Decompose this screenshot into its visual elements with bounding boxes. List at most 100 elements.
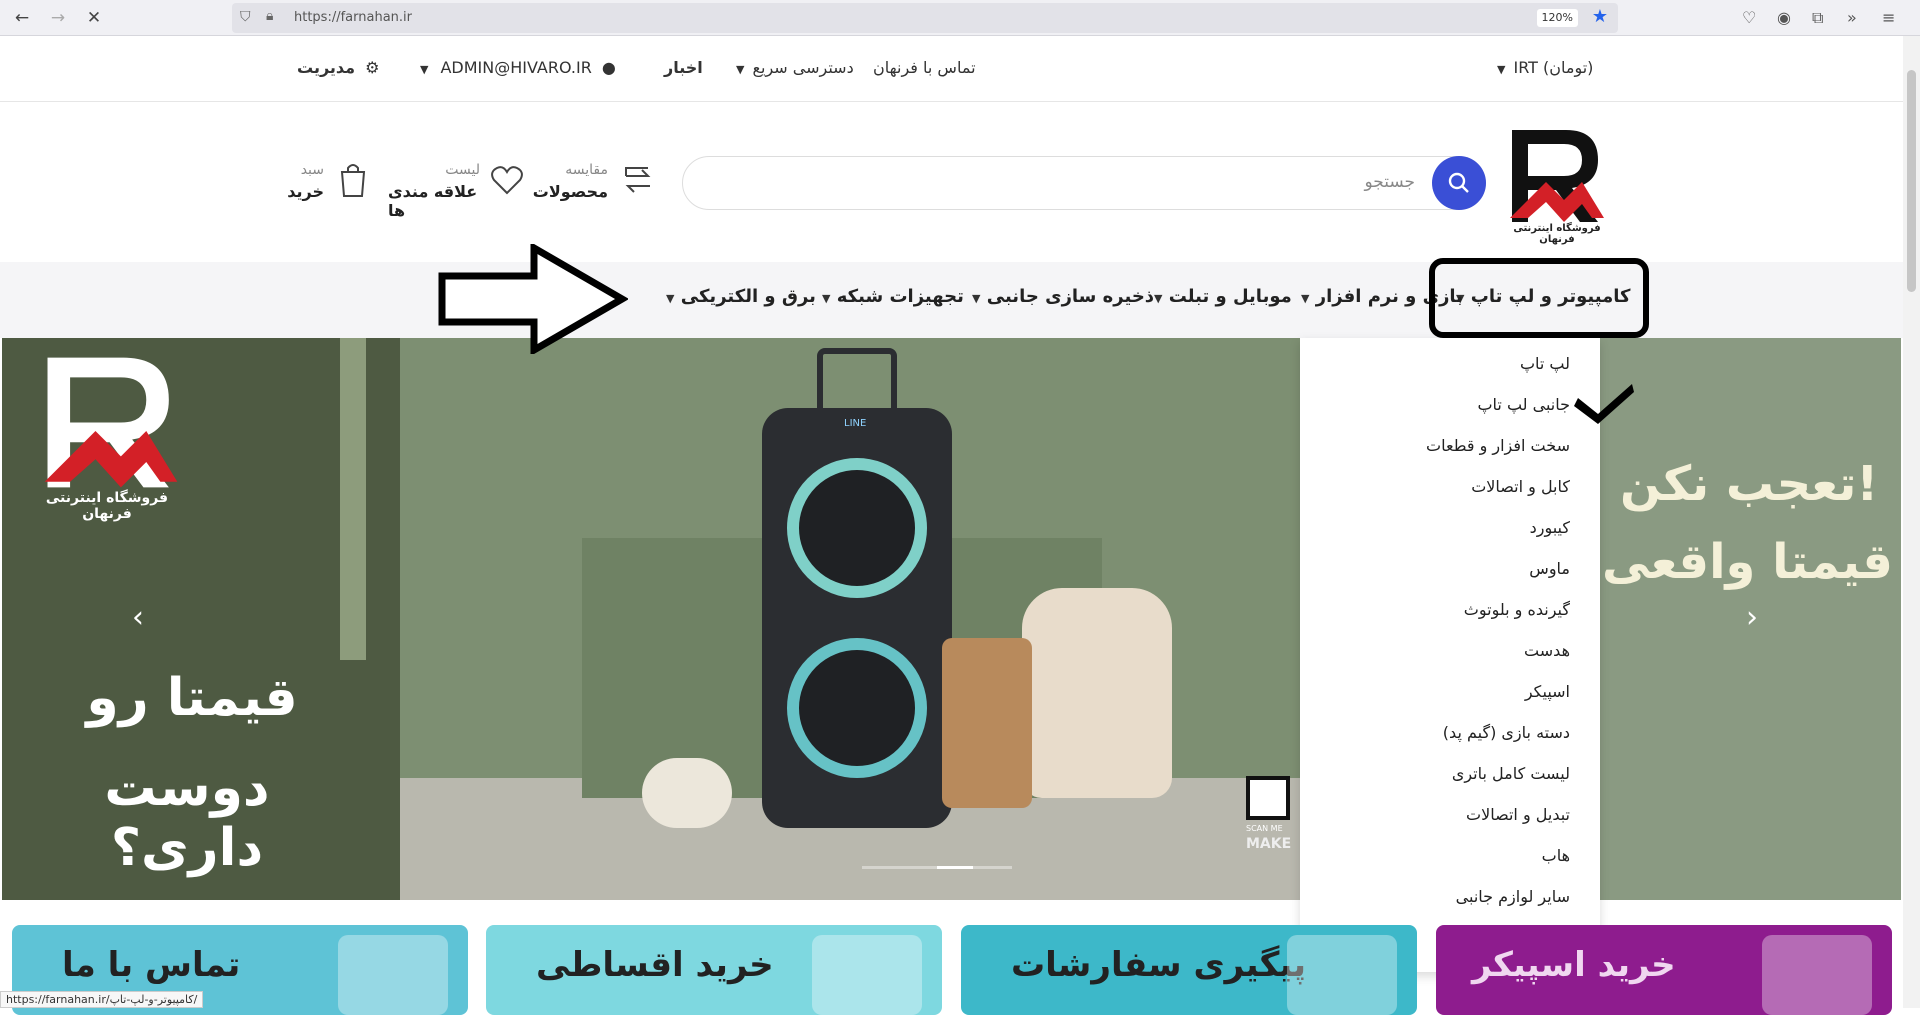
chevron-down-icon: ▼ [736,63,745,76]
dropdown-item[interactable]: کیبورد [1300,518,1570,537]
checkmark-icon [1574,384,1634,424]
chevron-down-icon: ▼ [420,63,429,76]
promo-card-illustration [1762,935,1872,1015]
heart-icon [491,166,523,195]
site-logo[interactable]: فروشگاه اینترنتی فرنهان [1506,126,1608,245]
menu-item-label: ذخیره سازی جانبی [986,286,1155,307]
wishlist-button[interactable]: لیست علاقه مندی ها [388,160,524,220]
hero-left-headline: قیمتا رو [86,668,298,728]
chevron-down-icon: ▼ [1301,292,1310,305]
account-icon[interactable]: ◉ [1777,8,1791,27]
annotation-arrow-icon [438,244,628,354]
shield-icon: ⛉ [240,9,251,25]
menu-item-label: موبایل و تبلت [1168,286,1292,307]
menu-item-storage[interactable]: ▼ ذخیره سازی جانبی [966,286,1154,307]
scrollbar-thumb[interactable] [1907,70,1916,292]
menu-item-mobile[interactable]: ▼ موبایل و تبلت [1148,286,1292,307]
search-button[interactable] [1432,156,1486,210]
admin-label: مدیریت [297,58,356,77]
hero-logo-caption: فروشگاه اینترنتی فرنهان [45,490,169,522]
promo-card-title: تماس با ما [62,945,241,985]
dropdown-item[interactable]: دسته بازی (گیم پد) [1300,723,1570,742]
qr-code [1246,776,1290,820]
dropdown-item[interactable]: هدست [1300,641,1570,660]
browser-toolbar: ← → ✕ ⛉ 🔒︎ https://farnahan.ir 120% ★ ♡ … [0,0,1920,36]
forward-icon[interactable]: → [46,6,70,30]
chevron-down-icon: ▼ [1154,292,1163,305]
promo-card[interactable]: خرید اسپیکر [1436,925,1892,1015]
dropdown-item[interactable]: سایر لوازم جانبی [1300,887,1570,906]
pocket-icon[interactable]: ♡ [1742,8,1756,27]
currency-selector[interactable]: ▼ IRT (تومان) [1497,58,1593,77]
gear-icon: ⚙ [365,58,380,77]
slider-dots[interactable] [862,866,1012,869]
promo-card-title: پیگیری سفارشات [1011,945,1307,985]
speaker-woofer-bottom [787,638,927,778]
party-speaker: LINE [762,348,952,828]
menu-icon[interactable]: ≡ [1882,8,1895,27]
promo-card-illustration [812,935,922,1015]
dropdown-item[interactable]: لپ تاپ [1300,354,1570,373]
dropdown-item[interactable]: گیرنده و بلوتوث [1300,600,1570,619]
extensions-icon[interactable]: ⧉ [1812,8,1823,28]
dropdown-item[interactable]: جانبی لپ تاپ [1300,395,1570,414]
stop-icon[interactable]: ✕ [82,6,106,30]
back-icon[interactable]: ← [10,6,34,30]
promo-card-illustration [338,935,448,1015]
status-bar-url: https://farnahan.ir/کامپیوتر-و-لپ-تاپ/ [0,991,204,1008]
highlight-box [1429,258,1649,338]
dropdown-item[interactable]: کابل و اتصالات [1300,477,1570,496]
promo-card[interactable]: پیگیری سفارشات [961,925,1417,1015]
logo-caption: فروشگاه اینترنتی فرنهان [1513,223,1601,245]
cart-label-top: سبد [300,162,324,178]
contact-link[interactable]: تماس با فرنهان [873,58,976,77]
hero-logo-icon [44,357,178,488]
hero-left-subheadline: دوست داری؟ [104,758,270,878]
search-box[interactable]: جستجو [682,156,1486,210]
dropdown-item[interactable]: ماوس [1300,559,1570,578]
page-scrollbar[interactable] [1903,36,1920,1008]
dropdown-item[interactable]: تبدیل و اتصالات [1300,805,1570,824]
side-table [942,638,1032,808]
menu-item-network[interactable]: ▼ تجهیزات شبکه [816,286,964,307]
address-bar[interactable]: ⛉ 🔒︎ https://farnahan.ir 120% ★ [232,3,1618,33]
bookmark-star-icon[interactable]: ★ [1592,6,1608,27]
promo-card-title: خرید اسپیکر [1472,945,1676,985]
speaker-handle [817,348,897,412]
dropdown-item[interactable]: اسپیکر [1300,682,1570,701]
promo-card[interactable]: خرید اقساطی [486,925,942,1015]
compare-label-top: مقایسه [565,162,608,178]
wishlist-label-top: لیست [445,162,480,178]
compare-button[interactable]: مقایسه محصولات [533,160,654,204]
slider-dot-active[interactable] [937,866,973,869]
account-menu[interactable]: ▼ ADMIN@HIVARO.IR ● [420,58,616,77]
cart-button[interactable]: سبد خرید [287,160,368,204]
user-icon: ● [601,58,616,77]
admin-link[interactable]: مدیریت ⚙ [297,58,379,77]
quick-access-menu[interactable]: ▼ دسترسی سریع [736,58,854,77]
dropdown-item[interactable]: لیست کامل باتری [1300,764,1570,783]
zoom-level[interactable]: 120% [1536,9,1578,27]
pillow-knot [642,758,732,828]
shopping-bag-icon [340,164,366,197]
slider-prev-arrow[interactable]: ‹ [132,600,144,635]
slider-next-arrow[interactable]: › [1746,600,1758,635]
chevron-down-icon: ▼ [822,292,831,305]
speaker-woofer-top [787,458,927,598]
search-input[interactable]: جستجو [1364,172,1415,192]
qr-caption: SCAN ME [1246,824,1283,833]
menu-item-electric[interactable]: ▼ برق و الکتریکی [660,286,816,307]
cart-label-bottom: خرید [287,182,324,201]
dropdown-item[interactable]: هاب [1300,846,1570,865]
currency-label: IRT (تومان) [1513,58,1594,77]
quick-access-label: دسترسی سریع [752,58,854,77]
news-link[interactable]: اخبار [664,58,703,77]
chevron-down-icon: ▼ [666,292,675,305]
hero-right-subheadline: قیمتا واقعی [1602,534,1893,590]
search-icon [1448,172,1469,193]
qr-brand: MAKE [1246,836,1292,852]
speaker-brand: LINE [844,418,867,429]
dropdown-item[interactable]: سخت افزار و قطعات [1300,436,1570,455]
overflow-icon[interactable]: » [1847,8,1857,27]
chevron-down-icon: ▼ [972,292,981,305]
